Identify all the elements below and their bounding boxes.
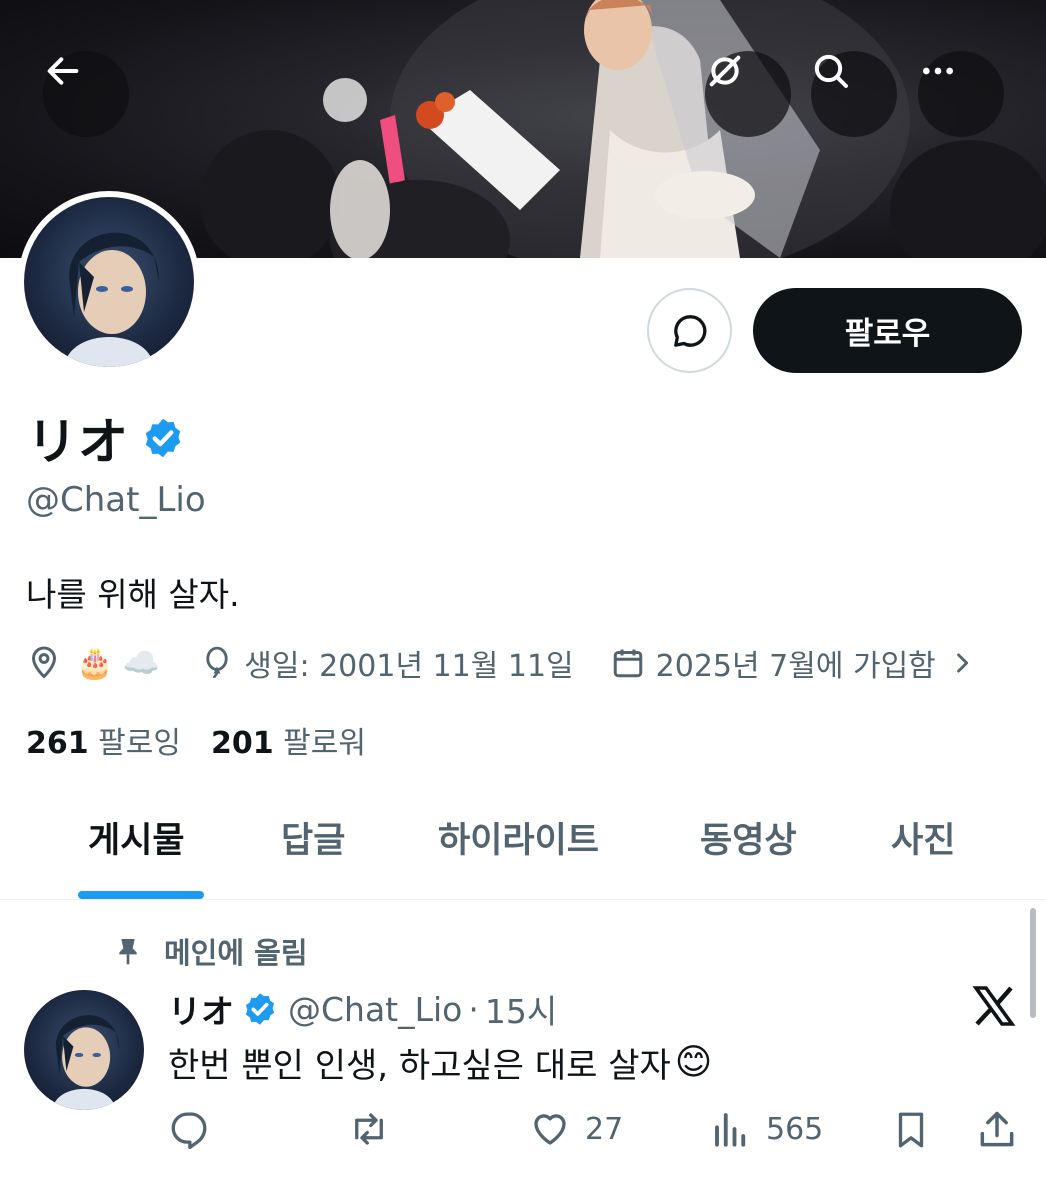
post-author-name[interactable]: リオ [168, 985, 234, 1033]
reply-button[interactable] [168, 1108, 210, 1150]
pinned-label: 메인에 올림 [164, 936, 308, 970]
share-button[interactable] [975, 1108, 1019, 1152]
scrollbar[interactable] [1030, 908, 1036, 1018]
profile-name-row: リオ [27, 402, 185, 474]
more-horizontal-icon [923, 67, 953, 75]
post-separator: · [468, 989, 479, 1029]
arrow-left-icon [47, 57, 79, 85]
profile-tabs: 게시물 답글 하이라이트 동영상 사진 [0, 790, 1046, 900]
post-author-avatar[interactable] [24, 990, 144, 1110]
profile-bio: 나를 위해 살자. [26, 575, 240, 614]
location-text: 🎂 ☁️ [76, 645, 161, 681]
following-stat[interactable]: 261 팔로잉 [26, 718, 181, 762]
like-button[interactable]: 27 [527, 1108, 623, 1150]
message-button[interactable] [647, 288, 732, 373]
avatar-illustration [64, 232, 159, 367]
x-logo-icon [972, 986, 1016, 1026]
repost-icon [355, 1113, 383, 1145]
pin-icon [119, 939, 137, 965]
verified-badge-icon [245, 993, 275, 1025]
location-pin-icon [31, 646, 57, 679]
tab-photos[interactable]: 사진 [891, 812, 955, 863]
grok-icon [709, 55, 741, 87]
post-header: リオ @Chat_Lio · 15시 [168, 985, 557, 1033]
grok-button[interactable] [705, 51, 791, 137]
profile-handle: @Chat_Lio [26, 480, 206, 520]
followers-label: 팔로워 [283, 726, 366, 761]
post-actions: 27 565 [0, 1108, 1046, 1158]
reply-icon [171, 1112, 207, 1150]
followers-stat[interactable]: 201 팔로워 [211, 718, 366, 762]
chevron-right-icon[interactable] [948, 647, 976, 679]
post-author-handle: @Chat_Lio [288, 989, 463, 1029]
calendar-icon [613, 649, 642, 678]
smile-emoji: 😊 [674, 1042, 713, 1083]
followers-count: 201 [210, 726, 274, 761]
verified-badge-icon[interactable] [141, 416, 185, 460]
post-body: 한번 뿐인 인생, 하고싶은 대로 살자 [168, 1046, 671, 1086]
follow-stats: 261 팔로잉 201 팔로워 [26, 718, 396, 762]
heart-icon [534, 1114, 566, 1145]
avatar-illustration-small [52, 1015, 120, 1110]
joined-date[interactable]: 2025년 7월에 가입함 [610, 641, 976, 685]
balloon-icon [206, 646, 228, 679]
profile-meta: 🎂 ☁️ 생일: 2001년 11월 11일 2025년 7월에 가입함 [26, 640, 976, 686]
tab-posts[interactable]: 게시물 [88, 812, 185, 863]
following-count: 261 [26, 726, 89, 761]
repost-button[interactable] [345, 1108, 393, 1150]
bookmark-icon [898, 1112, 924, 1148]
post-time[interactable]: 15시 [485, 985, 557, 1033]
following-label: 팔로잉 [98, 726, 181, 761]
search-button[interactable] [811, 51, 897, 137]
follow-button[interactable]: 팔로우 [753, 288, 1022, 373]
share-icon [980, 1111, 1014, 1147]
back-button[interactable] [43, 51, 129, 137]
profile-avatar[interactable] [18, 191, 200, 373]
views-chart-icon [715, 1113, 746, 1147]
tab-videos[interactable]: 동영상 [700, 812, 797, 863]
active-tab-indicator [78, 891, 204, 899]
birthday: 생일: 2001년 11월 11일 [200, 641, 574, 685]
pinned-indicator: 메인에 올림 [112, 930, 308, 972]
bookmark-button[interactable] [890, 1108, 932, 1152]
search-icon [814, 54, 848, 88]
more-button[interactable] [918, 51, 1004, 137]
tab-highlights[interactable]: 하이라이트 [438, 812, 599, 863]
tab-replies[interactable]: 답글 [281, 812, 345, 863]
views-button[interactable]: 565 [710, 1108, 823, 1150]
location: 🎂 ☁️ [26, 645, 160, 681]
view-count: 565 [766, 1111, 824, 1147]
birthday-text: 생일: 2001년 11월 11일 [244, 649, 574, 684]
joined-text: 2025년 7월에 가입함 [655, 649, 936, 684]
display-name: リオ [27, 413, 129, 471]
message-bubble-icon [673, 314, 706, 347]
post-text: 한번 뿐인 인생, 하고싶은 대로 살자 😊 [168, 1038, 712, 1087]
like-count: 27 [585, 1111, 624, 1147]
